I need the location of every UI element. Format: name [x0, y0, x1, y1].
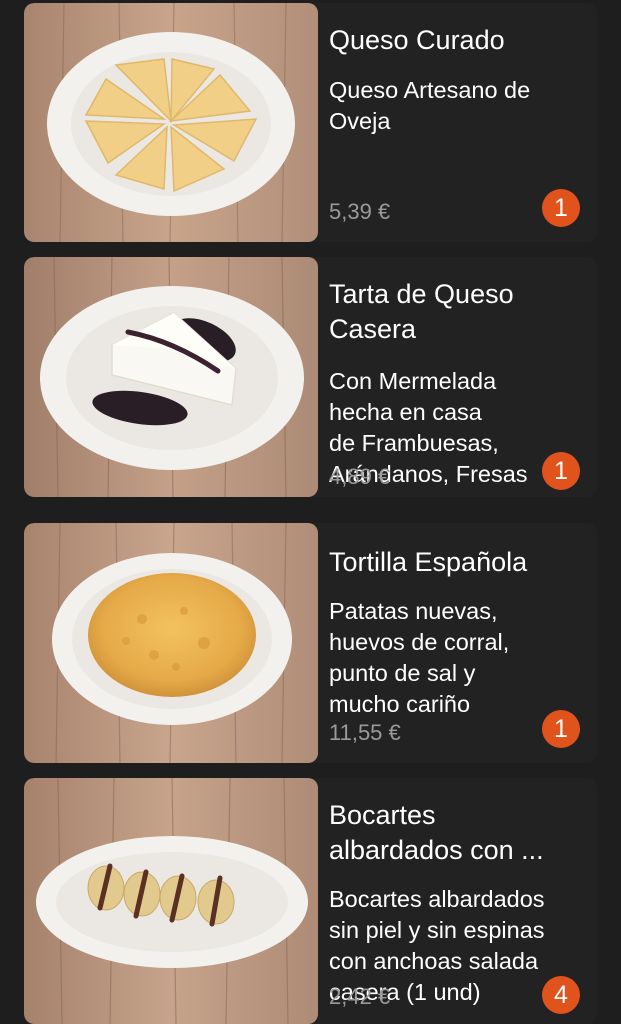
tarta-de-queso-photo[interactable]: [24, 257, 318, 497]
item-price: 11,55 €: [329, 720, 401, 745]
menu-item-info: Tarta de Queso Casera Con Mermelada hech…: [329, 257, 585, 497]
item-description: Patatas nuevas, huevos de corral, punto …: [329, 598, 510, 717]
menu-item-info: Tortilla Española Patatas nuevas, huevos…: [329, 523, 585, 763]
quantity-badge[interactable]: 4: [542, 976, 580, 1014]
queso-curado-photo[interactable]: [24, 3, 318, 242]
quantity-badge[interactable]: 1: [542, 710, 580, 748]
item-description: Queso Artesano de Oveja: [329, 77, 531, 134]
menu-item-tarta-de-queso[interactable]: Tarta de Queso Casera Con Mermelada hech…: [24, 257, 597, 497]
menu-item-tortilla-espanola[interactable]: Tortilla Española Patatas nuevas, huevos…: [24, 523, 597, 763]
item-price: 4,89 €: [329, 464, 391, 489]
menu-list: Queso Curado Queso Artesano de Oveja 5,3…: [0, 0, 621, 1024]
menu-item-queso-curado[interactable]: Queso Curado Queso Artesano de Oveja 5,3…: [24, 3, 597, 242]
item-title: Queso Curado: [329, 25, 505, 55]
item-title: Tortilla Española: [329, 547, 528, 577]
menu-item-info: Bocartes albardados con ... Bocartes alb…: [329, 778, 585, 1024]
item-title: Tarta de Queso Casera: [329, 279, 514, 344]
quantity-badge[interactable]: 1: [542, 452, 580, 490]
item-price: 5,39 €: [329, 199, 391, 224]
quantity-badge[interactable]: 1: [542, 189, 580, 227]
menu-item-info: Queso Curado Queso Artesano de Oveja 5,3…: [329, 3, 585, 242]
item-price: 2,42 €: [329, 984, 391, 1009]
bocartes-albardados-photo[interactable]: [24, 778, 318, 1024]
item-title: Bocartes albardados con ...: [329, 800, 544, 865]
tortilla-espanola-photo[interactable]: [24, 523, 318, 763]
menu-item-bocartes-albardados[interactable]: Bocartes albardados con ... Bocartes alb…: [24, 778, 597, 1024]
